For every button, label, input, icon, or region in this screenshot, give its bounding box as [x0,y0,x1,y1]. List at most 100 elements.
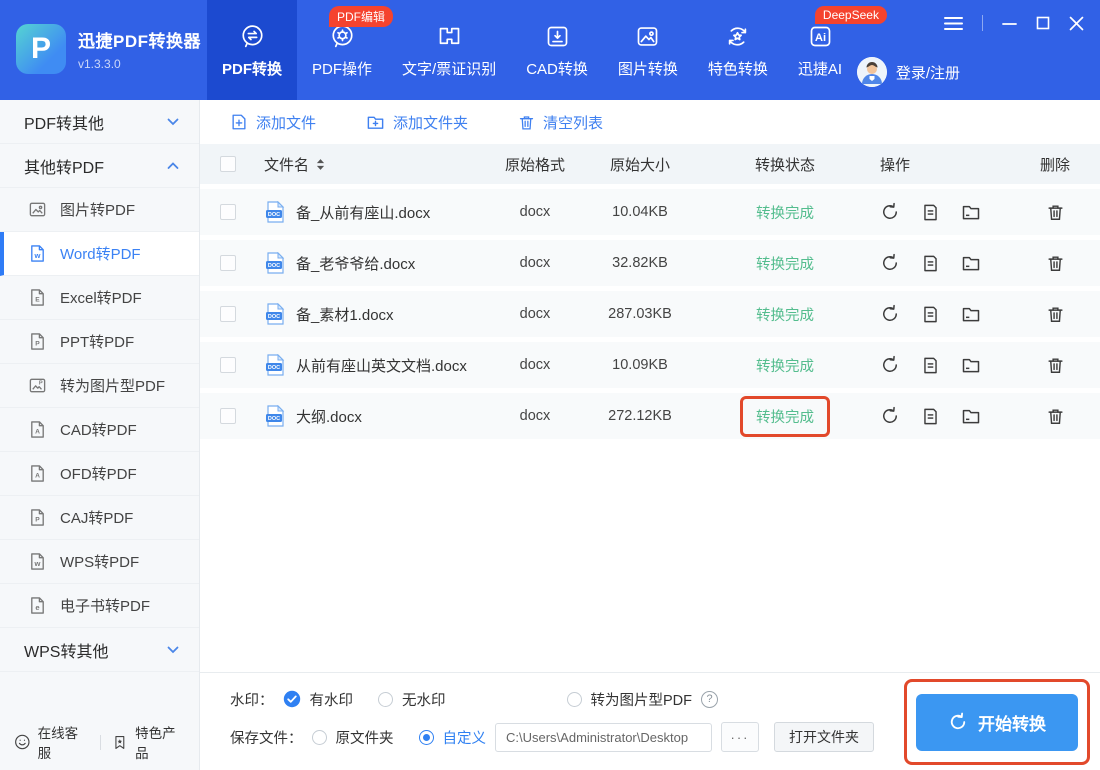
sidebar-item-cad-to-pdf[interactable]: A CAD转PDF [0,408,199,452]
column-filename: 文件名 [264,154,309,175]
file-name: 备_素材1.docx [296,304,394,325]
sidebar-item-excel-to-pdf[interactable]: E Excel转PDF [0,276,199,320]
menu-icon[interactable] [944,16,963,31]
minimize-icon[interactable] [1002,16,1017,31]
clear-list-button[interactable]: 清空列表 [518,112,603,133]
browse-button[interactable]: ··· [721,722,759,752]
tab-pdf-operate[interactable]: PDF编辑 PDF操作 [297,0,387,100]
view-file-icon[interactable] [921,407,940,426]
file-format: docx [480,255,590,271]
file-size: 10.09KB [590,357,690,373]
sort-icon[interactable] [316,158,325,171]
sidebar-group-other-to-pdf[interactable]: 其他转PDF [0,144,199,188]
file-size: 287.03KB [590,306,690,322]
column-format: 原始格式 [480,154,590,175]
tab-cad-convert[interactable]: CAD转换 [511,0,603,100]
start-convert-button[interactable]: 开始转换 [916,694,1078,751]
status-badge: 转换完成 [756,257,814,273]
tab-pdf-convert[interactable]: PDF转换 [207,0,297,100]
view-file-icon[interactable] [921,203,940,222]
save-original-label[interactable]: 原文件夹 [336,727,394,748]
view-file-icon[interactable] [921,356,940,375]
reconvert-icon[interactable] [880,304,900,324]
reconvert-icon[interactable] [880,253,900,273]
reconvert-icon[interactable] [880,406,900,426]
reconvert-icon[interactable] [880,202,900,222]
doc-file-icon: DOC [264,354,286,376]
watermark-on-radio[interactable] [283,690,301,708]
sidebar-item-ebook-to-pdf[interactable]: e 电子书转PDF [0,584,199,628]
help-icon[interactable]: ? [701,691,718,708]
close-icon[interactable] [1069,16,1084,31]
delete-icon[interactable] [1046,356,1065,375]
tab-ai[interactable]: DeepSeek Ai 迅捷AI [783,0,857,100]
delete-icon[interactable] [1046,254,1065,273]
save-custom-radio[interactable] [419,730,434,745]
watermark-off-label[interactable]: 无水印 [402,689,446,710]
save-path-input[interactable] [495,723,712,752]
delete-icon[interactable] [1046,407,1065,426]
file-format: docx [480,306,590,322]
delete-icon[interactable] [1046,203,1065,222]
svg-text:P: P [39,381,43,387]
delete-icon[interactable] [1046,305,1065,324]
table-row: DOC 备_老爷爷给.docx docx 32.82KB 转换完成 [200,240,1100,286]
image-pdf-label[interactable]: 转为图片型PDF [591,689,693,710]
file-toolbar: 添加文件 添加文件夹 清空列表 [200,100,1100,144]
chevron-down-icon [167,113,179,131]
image-pdf-radio[interactable] [567,692,582,707]
tab-label: PDF操作 [312,58,372,79]
sidebar-item-wps-to-pdf[interactable]: w WPS转PDF [0,540,199,584]
sidebar-item-caj-to-pdf[interactable]: P CAJ转PDF [0,496,199,540]
avatar[interactable] [857,57,887,87]
reconvert-icon[interactable] [880,355,900,375]
sidebar-item-image-to-pdf[interactable]: 图片转PDF [0,188,199,232]
tab-image-convert[interactable]: 图片转换 [603,0,693,100]
select-all-checkbox[interactable] [220,156,236,172]
sidebar-item-to-image-pdf[interactable]: P 转为图片型PDF [0,364,199,408]
row-checkbox[interactable] [220,204,236,220]
open-folder-icon[interactable] [961,406,981,426]
open-folder-icon[interactable] [961,253,981,273]
online-support-button[interactable]: 在线客服 [14,722,88,762]
watermark-off-radio[interactable] [378,692,393,707]
special-convert-icon [724,22,751,50]
view-file-icon[interactable] [921,305,940,324]
ai-icon: Ai [807,22,834,50]
tab-ocr[interactable]: 文字/票证识别 [387,0,511,100]
login-register-link[interactable]: 登录/注册 [896,62,960,83]
open-folder-button[interactable]: 打开文件夹 [774,722,874,752]
svg-text:w: w [34,251,41,260]
status-badge: 转换完成 [756,308,814,324]
sidebar-item-ofd-to-pdf[interactable]: A OFD转PDF [0,452,199,496]
row-checkbox[interactable] [220,357,236,373]
featured-products-button[interactable]: 特色产品 [112,722,185,762]
row-checkbox[interactable] [220,408,236,424]
file-size: 10.04KB [590,204,690,220]
save-custom-label[interactable]: 自定义 [443,727,487,748]
open-folder-icon[interactable] [961,355,981,375]
app-logo: P 迅捷PDF转换器 v1.3.3.0 [16,24,201,74]
trash-icon [518,114,535,131]
open-folder-icon[interactable] [961,304,981,324]
sidebar-item-word-to-pdf[interactable]: w Word转PDF [0,232,199,276]
sidebar-item-ppt-to-pdf[interactable]: P PPT转PDF [0,320,199,364]
bookmark-star-icon [112,734,128,751]
open-folder-icon[interactable] [961,202,981,222]
sidebar-group-pdf-to-other[interactable]: PDF转其他 [0,100,199,144]
wps-file-icon: w [28,552,47,571]
account-area[interactable]: 登录/注册 [857,57,960,87]
view-file-icon[interactable] [921,254,940,273]
row-checkbox[interactable] [220,306,236,322]
watermark-on-label[interactable]: 有水印 [310,689,354,710]
file-format: docx [480,408,590,424]
table-row: DOC 备_素材1.docx docx 287.03KB 转换完成 [200,291,1100,337]
maximize-icon[interactable] [1036,16,1050,30]
tab-special-convert[interactable]: 特色转换 [693,0,783,100]
image-file-icon [28,200,47,219]
add-folder-button[interactable]: 添加文件夹 [366,112,468,133]
save-original-radio[interactable] [312,730,327,745]
sidebar-group-wps-to-other[interactable]: WPS转其他 [0,628,199,672]
row-checkbox[interactable] [220,255,236,271]
add-file-button[interactable]: 添加文件 [230,112,316,133]
